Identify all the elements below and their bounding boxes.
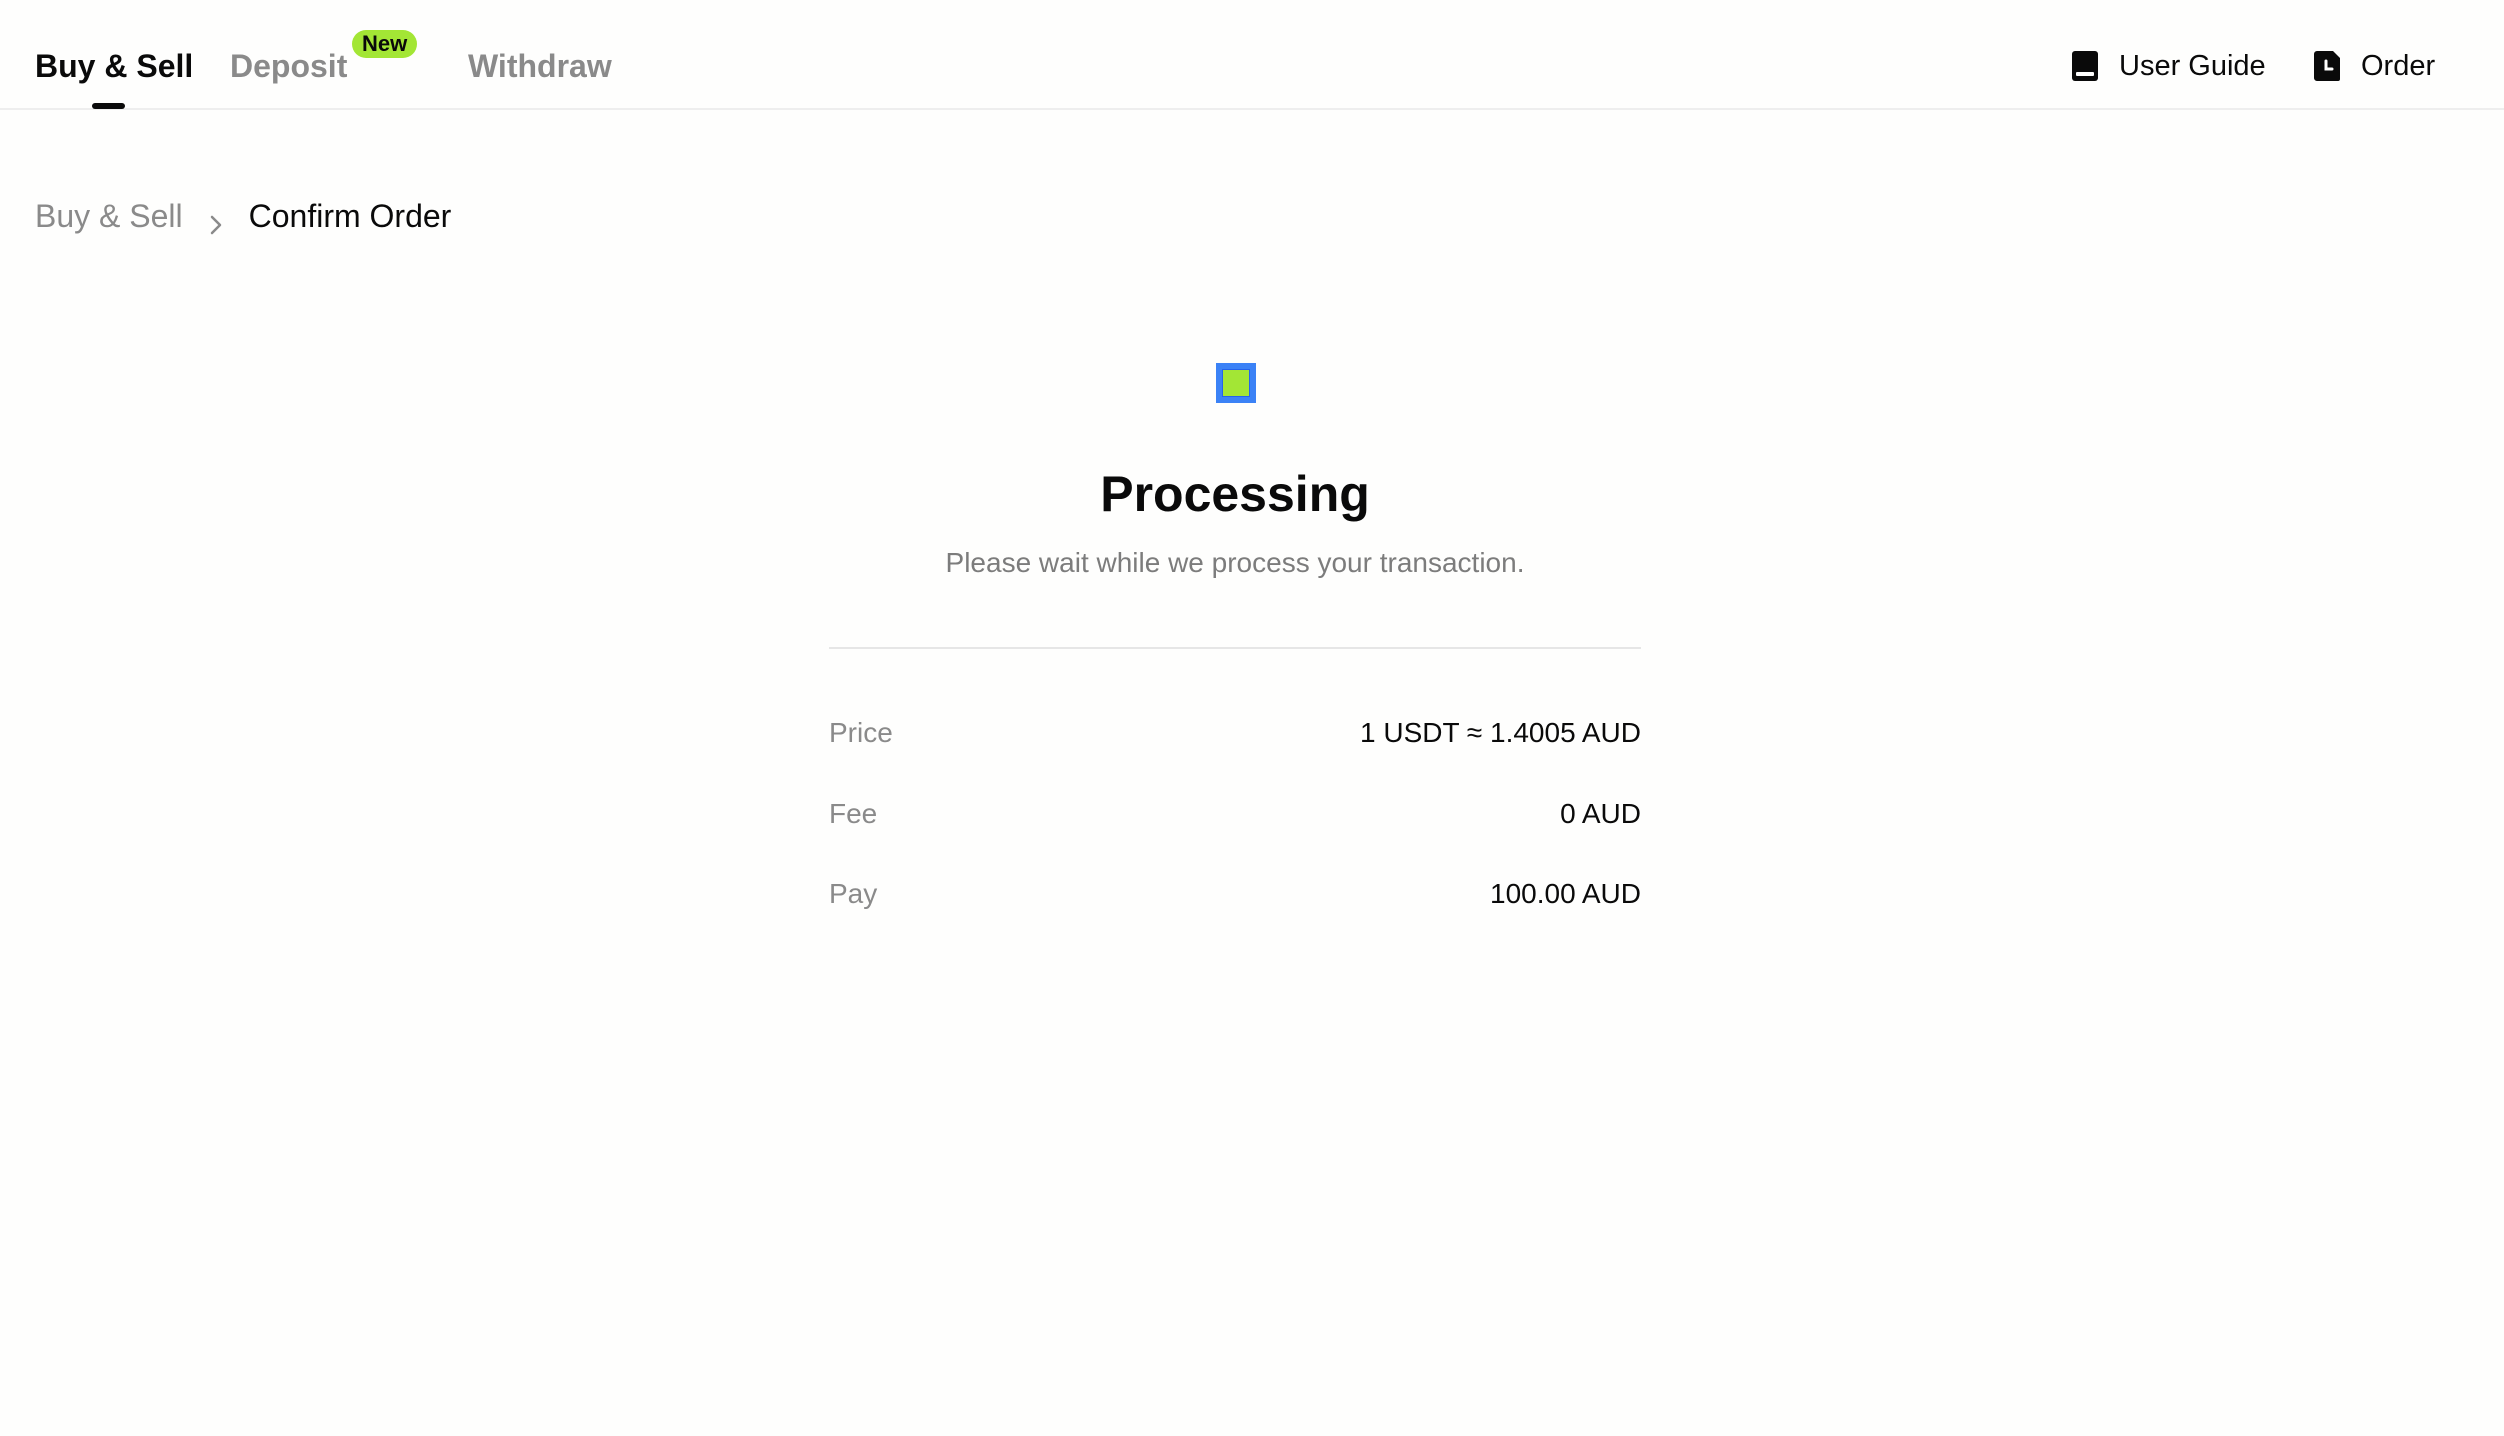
- user-guide-button[interactable]: User Guide: [2071, 46, 2266, 86]
- price-row: Price 1 USDT ≈ 1.4005 AUD: [829, 713, 1641, 753]
- summary-divider: [829, 647, 1641, 649]
- pay-value: 100.00 AUD: [1490, 878, 1641, 909]
- fee-row: Fee 0 AUD: [829, 794, 1641, 834]
- pay-label: Pay: [829, 878, 878, 909]
- breadcrumb: Buy & Sell Confirm Order: [35, 196, 451, 236]
- price-value: 1 USDT ≈ 1.4005 AUD: [1360, 717, 1641, 748]
- price-label: Price: [829, 717, 893, 748]
- chevron-right-icon: [205, 205, 227, 235]
- fee-label: Fee: [829, 798, 878, 829]
- top-nav-bar: Buy & Sell Deposit New Withdraw User Gui…: [0, 0, 2504, 110]
- status-message: Please wait while we process your transa…: [945, 547, 1525, 578]
- pay-row: Pay 100.00 AUD: [829, 874, 1641, 914]
- fee-value: 0 AUD: [1560, 798, 1641, 829]
- tab-deposit[interactable]: Deposit: [230, 46, 347, 86]
- active-tab-indicator: [92, 103, 125, 109]
- tab-buy-sell[interactable]: Buy & Sell: [35, 46, 193, 86]
- book-icon: [2071, 50, 2099, 82]
- order-label: Order: [2361, 50, 2436, 82]
- tab-withdraw[interactable]: Withdraw: [468, 46, 612, 86]
- order-history-icon: [2313, 50, 2341, 82]
- order-button[interactable]: Order: [2313, 46, 2435, 86]
- user-guide-label: User Guide: [2119, 50, 2266, 82]
- loader-inner-square: [1222, 369, 1250, 397]
- breadcrumb-buy-sell[interactable]: Buy & Sell: [35, 196, 183, 236]
- new-badge: New: [352, 30, 418, 58]
- breadcrumb-confirm-order: Confirm Order: [248, 198, 452, 234]
- processing-loader-icon: [1216, 363, 1256, 403]
- status-title: Processing: [1100, 466, 1370, 522]
